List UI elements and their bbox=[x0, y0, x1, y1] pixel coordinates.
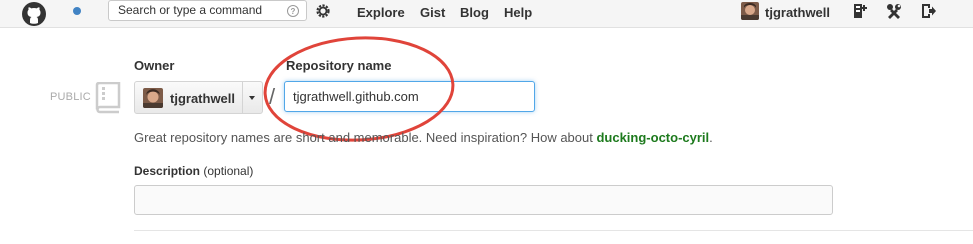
hint-end: . bbox=[709, 130, 713, 145]
settings-icon[interactable] bbox=[886, 3, 902, 19]
description-input[interactable] bbox=[134, 185, 833, 215]
owner-divider bbox=[242, 82, 243, 113]
description-label: Description (optional) bbox=[134, 164, 253, 178]
book-icon bbox=[95, 82, 121, 114]
nav-explore[interactable]: Explore bbox=[357, 5, 405, 20]
repo-name-hint: Great repository names are short and mem… bbox=[134, 130, 713, 145]
github-logo-icon[interactable] bbox=[21, 1, 47, 27]
owner-repo-separator: / bbox=[269, 84, 276, 109]
caret-down-icon[interactable] bbox=[249, 96, 255, 100]
site-header: Search or type a command ? Explore Gist … bbox=[0, 0, 973, 28]
visibility-label: PUBLIC bbox=[50, 91, 91, 103]
hint-text: Great repository names are short and mem… bbox=[134, 130, 597, 145]
notification-icon[interactable] bbox=[73, 7, 81, 15]
name-suggestion-link[interactable]: ducking-octo-cyril bbox=[596, 130, 709, 145]
header-username[interactable]: tjgrathwell bbox=[765, 5, 830, 20]
nav-blog[interactable]: Blog bbox=[460, 5, 489, 20]
owner-label: Owner bbox=[134, 58, 175, 73]
new-repo-icon[interactable] bbox=[851, 3, 867, 19]
description-label-text: Description bbox=[134, 164, 201, 178]
owner-avatar bbox=[143, 88, 163, 108]
help-icon[interactable]: ? bbox=[287, 5, 299, 17]
sign-out-icon[interactable] bbox=[920, 3, 936, 19]
nav-gist[interactable]: Gist bbox=[420, 5, 445, 20]
search-placeholder: Search or type a command bbox=[118, 3, 263, 17]
svg-text:?: ? bbox=[291, 7, 296, 16]
nav-help[interactable]: Help bbox=[504, 5, 532, 20]
form-divider bbox=[134, 230, 973, 231]
avatar[interactable] bbox=[741, 2, 759, 20]
owner-name: tjgrathwell bbox=[170, 91, 236, 106]
repo-name-input[interactable] bbox=[284, 81, 535, 112]
gear-icon[interactable] bbox=[315, 3, 331, 19]
description-optional: (optional) bbox=[203, 164, 254, 178]
search-input[interactable]: Search or type a command bbox=[108, 0, 307, 21]
owner-select[interactable]: tjgrathwell bbox=[134, 81, 263, 114]
repo-name-label: Repository name bbox=[286, 58, 392, 73]
